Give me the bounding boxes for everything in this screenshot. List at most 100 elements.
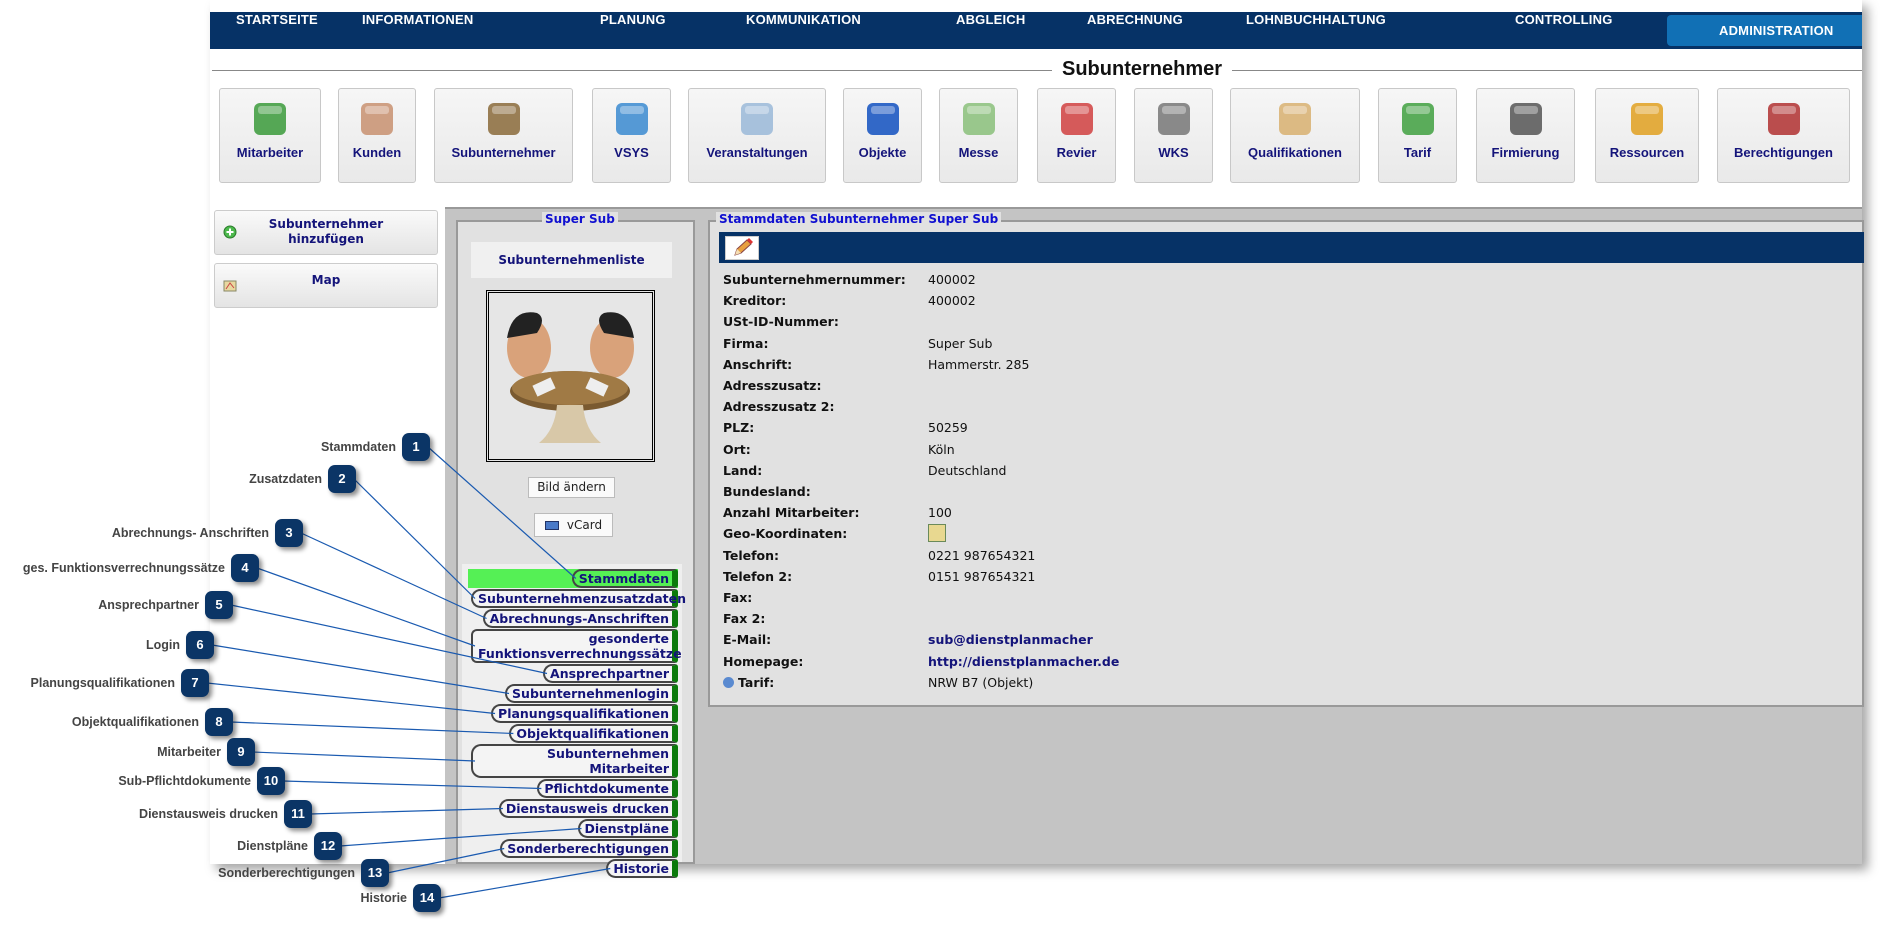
- detail-value: 100: [928, 505, 952, 521]
- tile-kunden[interactable]: Kunden: [338, 88, 416, 183]
- detail-label-text: Telefon 2:: [723, 568, 793, 584]
- tile-tarif[interactable]: Tarif: [1378, 88, 1457, 183]
- user-gear-icon: [1767, 103, 1800, 135]
- tile-label: Firmierung: [1491, 145, 1560, 160]
- menu-item-14[interactable]: Historie: [606, 859, 678, 878]
- detail-label: Land:: [723, 463, 762, 478]
- detail-value: Super Sub: [928, 335, 993, 351]
- detail-label: PLZ:: [723, 420, 754, 435]
- menu-item-4[interactable]: gesonderte Funktionsverrechnungssätze: [471, 629, 682, 663]
- menu-item-7[interactable]: Planungsqualifikationen: [491, 704, 678, 723]
- tile-revier[interactable]: Revier: [1037, 88, 1116, 183]
- page-title: Subunternehmer: [1052, 58, 1233, 81]
- nav-planung[interactable]: PLANUNG: [600, 12, 666, 49]
- detail-value: Deutschland: [928, 462, 1007, 478]
- tile-label: Tarif: [1403, 145, 1432, 160]
- menu-item-1[interactable]: Stammdaten: [571, 569, 678, 588]
- nav-controlling[interactable]: CONTROLLING: [1515, 12, 1613, 49]
- map-button[interactable]: Map: [214, 263, 438, 308]
- nav-abgleich[interactable]: ABGLEICH: [956, 12, 1026, 49]
- tile-wks[interactable]: WKS: [1134, 88, 1213, 183]
- tile-ressourcen[interactable]: Ressourcen: [1595, 88, 1699, 183]
- detail-label-text: Adresszusatz:: [723, 378, 822, 393]
- tile-label: Mitarbeiter: [236, 145, 304, 160]
- pencil-icon: [734, 238, 753, 256]
- tile-subunternehmer[interactable]: Subunternehmer: [434, 88, 573, 183]
- callout-badge: 7: [181, 669, 209, 697]
- tile-vsys[interactable]: VSYS: [592, 88, 671, 183]
- detail-value[interactable]: http://dienstplanmacher.de: [928, 654, 1119, 669]
- change-image-button[interactable]: Bild ändern: [528, 477, 615, 498]
- nav-kommunikation[interactable]: KOMMUNIKATION: [746, 12, 861, 49]
- menu-item-6[interactable]: Subunternehmenlogin: [505, 684, 678, 703]
- menu-item-11[interactable]: Dienstausweis drucken: [498, 799, 678, 818]
- tile-objekte[interactable]: Objekte: [843, 88, 922, 183]
- plus-circle-icon: [223, 225, 237, 239]
- tile-label: Qualifikationen: [1248, 145, 1342, 160]
- detail-label: Ort:: [723, 442, 751, 457]
- detail-label-text: Geo-Koordinaten:: [723, 526, 848, 542]
- meeting-table-icon: [487, 103, 520, 135]
- map-icon: [223, 280, 237, 292]
- menu-item-13[interactable]: Sonderberechtigungen: [500, 839, 678, 858]
- detail-label-text: Bundesland:: [723, 484, 811, 499]
- detail-label-text: Homepage:: [723, 653, 804, 669]
- detail-value: NRW B7 (Objekt): [928, 674, 1034, 690]
- detail-label-text: Subunternehmernummer:: [723, 272, 906, 287]
- detail-label: Telefon:: [723, 548, 779, 563]
- menu-item-9[interactable]: Subunternehmen Mitarbeiter: [471, 744, 678, 778]
- tile-label: Messe: [958, 145, 999, 160]
- nav-abrechnung[interactable]: ABRECHNUNG: [1087, 12, 1183, 49]
- nav-informationen[interactable]: INFORMATIONEN: [362, 12, 473, 49]
- vcard-button[interactable]: vCard: [534, 513, 613, 537]
- detail-label: Anschrift:: [723, 357, 792, 372]
- detail-value[interactable]: sub@dienstplanmacher: [928, 632, 1093, 647]
- nav-administration[interactable]: ADMINISTRATION: [1667, 15, 1862, 46]
- menu-item-3[interactable]: Abrechnungs-Anschriften: [482, 609, 678, 628]
- left-panel-legend: Super Sub: [542, 212, 618, 226]
- geo-map-button[interactable]: [928, 524, 946, 545]
- callout-label: Login: [145, 638, 180, 652]
- handshake-icon: [361, 103, 393, 135]
- nav-lohnbuchhaltung[interactable]: LOHNBUCHHALTUNG: [1246, 12, 1386, 49]
- callout-label: Dienstpläne: [237, 839, 308, 853]
- tile-mitarbeiter[interactable]: Mitarbeiter: [219, 88, 321, 183]
- callout-badge: 9: [227, 738, 255, 766]
- detail-label-text: E-Mail:: [723, 632, 772, 648]
- detail-value: 0151 987654321: [928, 568, 1036, 584]
- nav-startseite[interactable]: STARTSEITE: [236, 12, 318, 49]
- tile-berechtigungen[interactable]: Berechtigungen: [1717, 88, 1850, 183]
- qr-phone-icon: [1157, 103, 1190, 135]
- subcontractor-list-link[interactable]: Subunternehmenliste: [471, 242, 672, 278]
- callout-label: Mitarbeiter: [157, 745, 221, 759]
- menu-item-5[interactable]: Ansprechpartner: [543, 664, 678, 683]
- tile-label: VSYS: [614, 145, 649, 160]
- detail-label-text: Adresszusatz 2:: [723, 399, 835, 415]
- detail-label: USt-ID-Nummer:: [723, 314, 839, 329]
- subcontractor-menu: Stammdaten Subunternehmenzusatzdaten Abrec…: [462, 564, 686, 878]
- callout-label: Abrechnungs- Anschriften: [111, 526, 269, 540]
- add-subcontractor-button[interactable]: Subunternehmer hinzufügen: [214, 210, 438, 255]
- tile-label: Objekte: [858, 145, 907, 160]
- detail-value: 400002: [928, 293, 976, 309]
- vcard-icon: [544, 521, 559, 530]
- tile-qualifikationen[interactable]: Qualifikationen: [1230, 88, 1360, 183]
- menu-item-8[interactable]: Objektqualifikationen: [509, 724, 678, 743]
- cube-icon: [866, 103, 899, 135]
- callout-label: Sub-Pflichtdokumente: [118, 774, 251, 788]
- tile-messe[interactable]: Messe: [939, 88, 1018, 183]
- tile-label: Kunden: [352, 145, 402, 160]
- detail-label: Fax 2:: [723, 611, 765, 626]
- menu-item-2[interactable]: Subunternehmenzusatzdaten: [471, 589, 686, 608]
- callout-label: Zusatzdaten: [249, 472, 322, 486]
- menu-item-12[interactable]: Dienstpläne: [577, 819, 678, 838]
- callout-label: Objektqualifikationen: [71, 715, 199, 729]
- callout-badge: 8: [205, 708, 233, 736]
- callout-label: Dienstausweis drucken: [139, 807, 278, 821]
- info-icon[interactable]: [723, 676, 734, 688]
- tile-firmierung[interactable]: Firmierung: [1476, 88, 1575, 183]
- detail-value: Hammerstr. 285: [928, 356, 1030, 372]
- edit-button[interactable]: [725, 236, 759, 260]
- tile-veranstaltungen[interactable]: Veranstaltungen: [688, 88, 826, 183]
- menu-item-10[interactable]: Pflichtdokumente: [537, 779, 678, 798]
